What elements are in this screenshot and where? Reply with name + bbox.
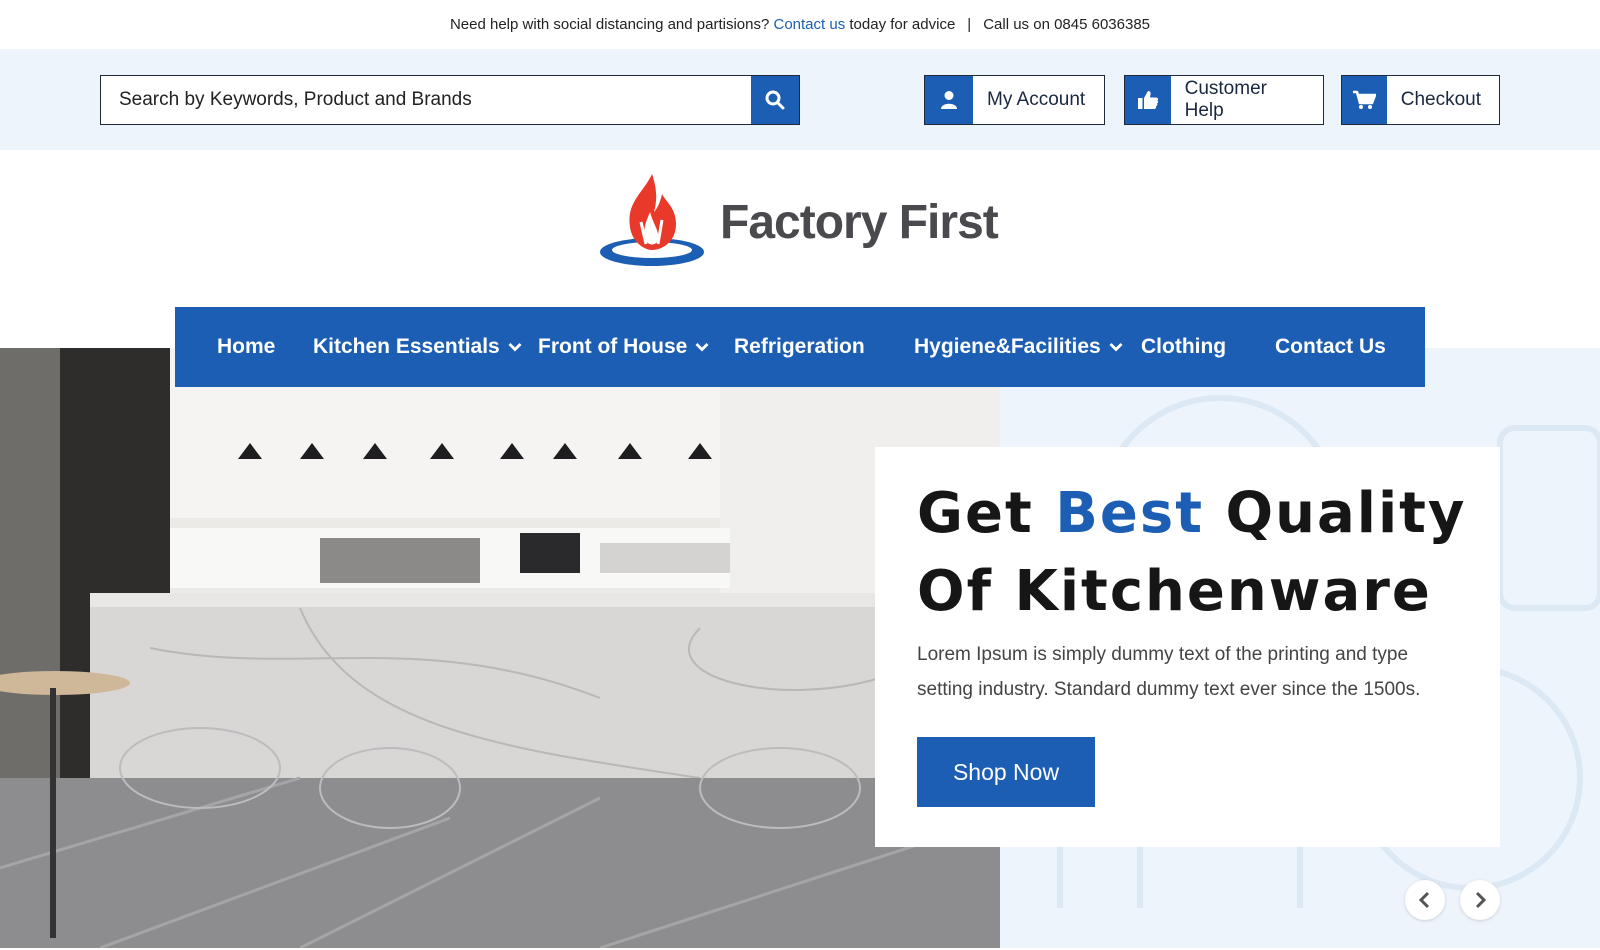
nav-contact-us-label: Contact Us	[1275, 335, 1386, 358]
user-icon	[941, 91, 957, 109]
nav-contact-us[interactable]: Contact Us	[1275, 307, 1386, 387]
main-nav: Home Kitchen Essentials Front of House R…	[175, 307, 1425, 387]
customer-help-label: Customer Help	[1184, 78, 1267, 121]
hero-title: Get Best Quality Of Kitchenware	[917, 475, 1477, 631]
search-box	[100, 75, 800, 125]
thumbs-up-icon	[1137, 91, 1158, 109]
nav-hygiene-facilities[interactable]: Hygiene&Facilities	[914, 307, 1123, 387]
slider-next-button[interactable]	[1460, 880, 1500, 920]
search-input[interactable]	[101, 76, 751, 124]
slider-prev-button[interactable]	[1405, 880, 1445, 920]
notice-suffix: today for advice	[849, 16, 956, 33]
contact-us-link[interactable]: Contact us	[774, 16, 846, 33]
search-icon	[765, 90, 785, 110]
chevron-down-icon	[1109, 342, 1123, 352]
cart-icon	[1353, 90, 1377, 109]
utility-bar: My Account Customer Help Checkout	[0, 49, 1600, 150]
notice-text: Need help with social distancing and par…	[449, 16, 770, 33]
nav-refrigeration[interactable]: Refrigeration	[734, 307, 865, 387]
customer-help-button[interactable]: Customer Help	[1124, 75, 1324, 125]
nav-hygiene-facilities-label: Hygiene&Facilities	[914, 335, 1101, 358]
nav-kitchen-essentials[interactable]: Kitchen Essentials	[313, 307, 522, 387]
chevron-down-icon	[508, 342, 522, 352]
nav-kitchen-essentials-label: Kitchen Essentials	[313, 335, 500, 358]
nav-home[interactable]: Home	[217, 307, 275, 387]
top-notice-bar: Need help with social distancing and par…	[0, 0, 1600, 49]
search-button[interactable]	[751, 76, 799, 124]
chevron-down-icon	[695, 342, 709, 352]
chevron-left-icon	[1418, 891, 1430, 909]
checkout-label: Checkout	[1400, 89, 1481, 110]
cafe-interior-image	[0, 348, 1000, 948]
hero-title-accent: Best	[1055, 481, 1204, 546]
checkout-button[interactable]: Checkout	[1341, 75, 1500, 125]
nav-clothing-label: Clothing	[1141, 335, 1227, 358]
brand-name: Factory First	[720, 195, 999, 249]
chevron-right-icon	[1475, 891, 1487, 909]
shop-now-button[interactable]: Shop Now	[917, 737, 1095, 807]
my-account-label: My Account	[987, 89, 1086, 110]
notice-separator: |	[967, 16, 972, 33]
hero-title-start: Get	[917, 481, 1034, 546]
flame-logo-icon	[600, 174, 704, 266]
nav-refrigeration-label: Refrigeration	[734, 335, 865, 358]
phone-number: Call us on 0845 6036385	[983, 16, 1151, 33]
brand-logo[interactable]: Factory First	[596, 172, 1006, 272]
nav-home-label: Home	[217, 335, 276, 358]
nav-clothing[interactable]: Clothing	[1141, 307, 1226, 387]
hero-description: Lorem Ipsum is simply dummy text of the …	[917, 644, 1421, 700]
nav-front-of-house-label: Front of House	[538, 335, 688, 358]
hero-promo-card: Get Best Quality Of Kitchenware Lorem Ip…	[875, 447, 1500, 847]
my-account-button[interactable]: My Account	[924, 75, 1105, 125]
nav-front-of-house[interactable]: Front of House	[538, 307, 709, 387]
